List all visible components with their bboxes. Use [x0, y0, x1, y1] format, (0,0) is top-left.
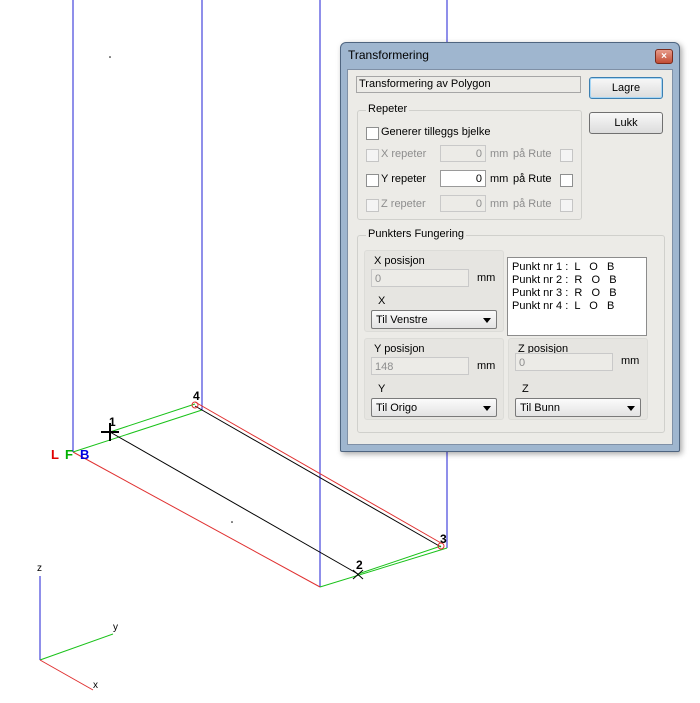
chevron-down-icon	[627, 406, 635, 411]
point-label-1: 1	[109, 415, 116, 429]
x-position-panel: X posisjon 0 mm X Til Venstre	[364, 250, 504, 332]
beam-edge-black-front	[109, 431, 359, 575]
z-repeat-checkbox[interactable]	[366, 199, 379, 212]
list-item-point-1[interactable]: Punkt nr 1 : L O B	[508, 261, 646, 274]
axis-x-label: x	[93, 680, 98, 691]
repeat-group: Repeter Generer tilleggs bjelke X repete…	[357, 103, 582, 220]
y-function-select[interactable]: Til Origo	[371, 398, 497, 417]
point-label-3: 3	[440, 532, 447, 546]
mode-field: Transformering av Polygon	[356, 76, 581, 93]
close-button[interactable]: Lukk	[589, 112, 663, 134]
dialog-client: Transformering av Polygon Lagre Lukk Rep…	[347, 69, 673, 445]
axis-y-line	[39, 633, 114, 661]
x-function-select[interactable]: Til Venstre	[371, 310, 497, 329]
list-item-point-2[interactable]: Punkt nr 2 : R O B	[508, 274, 646, 287]
box-edge-red	[72, 451, 321, 588]
z-repeat-unit: mm	[490, 198, 509, 210]
axis-z-label: z	[37, 563, 42, 574]
x-grid-label: på Rute	[513, 148, 552, 160]
dialog-titlebar[interactable]: Transformering ×	[341, 43, 679, 67]
chevron-down-icon	[483, 406, 491, 411]
x-repeat-unit: mm	[490, 148, 509, 160]
y-repeat-label: Y repeter	[381, 173, 427, 185]
y-axis-label: Y	[378, 383, 386, 395]
z-position-panel: Z posisjon 0 mm Z Til Bunn	[508, 338, 648, 420]
list-item-point-3[interactable]: Punkt nr 3 : R O B	[508, 287, 646, 300]
x-position-label: X posisjon	[374, 255, 425, 267]
x-position-unit: mm	[477, 272, 496, 284]
x-function-value: Til Venstre	[376, 314, 428, 326]
box-edge-green-bottom	[319, 547, 448, 588]
beam-edge-green-left	[109, 403, 196, 433]
center-dot	[231, 521, 233, 523]
y-repeat-input[interactable]: 0	[440, 170, 486, 187]
list-item-point-4[interactable]: Punkt nr 4 : L O B	[508, 300, 646, 313]
z-grid-checkbox[interactable]	[560, 199, 573, 212]
x-repeat-input[interactable]: 0	[440, 145, 486, 162]
lfb-l-label: L	[51, 447, 59, 462]
points-group: Punkters Fungering X posisjon 0 mm X Til…	[357, 228, 665, 433]
points-group-title: Punkters Fungering	[366, 228, 466, 240]
chevron-down-icon	[483, 318, 491, 323]
y-repeat-checkbox[interactable]	[366, 174, 379, 187]
stray-dot	[109, 56, 111, 58]
x-axis-label: X	[378, 295, 386, 307]
y-position-input[interactable]: 148	[371, 357, 469, 375]
save-button[interactable]: Lagre	[589, 77, 663, 99]
y-function-value: Til Origo	[376, 402, 418, 414]
z-repeat-label: Z repeter	[381, 198, 426, 210]
close-icon[interactable]: ×	[655, 49, 673, 64]
x-position-input[interactable]: 0	[371, 269, 469, 287]
lfb-f-label: F	[65, 447, 73, 462]
point-label-4: 4	[193, 389, 200, 403]
x-repeat-checkbox[interactable]	[366, 149, 379, 162]
y-grid-checkbox[interactable]	[560, 174, 573, 187]
axis-y-label: y	[113, 622, 118, 633]
y-repeat-unit: mm	[490, 173, 509, 185]
z-function-value: Til Bunn	[520, 402, 560, 414]
z-function-select[interactable]: Til Bunn	[515, 398, 641, 417]
transform-dialog: Transformering × Transformering av Polyg…	[340, 42, 680, 452]
z-position-unit: mm	[621, 355, 640, 367]
y-grid-label: på Rute	[513, 173, 552, 185]
repeat-group-title: Repeter	[366, 103, 410, 115]
z-repeat-input[interactable]: 0	[440, 195, 486, 212]
y-position-panel: Y posisjon 148 mm Y Til Origo	[364, 338, 504, 420]
x-grid-checkbox[interactable]	[560, 149, 573, 162]
beam-edge-green-right	[357, 545, 442, 575]
generate-beam-checkbox[interactable]	[366, 127, 379, 140]
lfb-b-label: B	[80, 447, 90, 462]
generate-beam-label: Generer tilleggs bjelke	[381, 126, 491, 138]
dialog-title: Transformering	[348, 48, 429, 62]
z-grid-label: på Rute	[513, 198, 552, 210]
y-position-unit: mm	[477, 360, 496, 372]
box-edge-green-left	[72, 409, 203, 453]
x-repeat-label: X repeter	[381, 148, 427, 160]
axis-x-line	[39, 659, 94, 691]
z-axis-label: Z	[522, 383, 529, 395]
point-label-2: 2	[356, 558, 363, 572]
z-position-input[interactable]: 0	[515, 353, 613, 371]
points-listbox[interactable]: Punkt nr 1 : L O B Punkt nr 2 : R O B Pu…	[507, 257, 647, 336]
y-position-label: Y posisjon	[374, 343, 425, 355]
